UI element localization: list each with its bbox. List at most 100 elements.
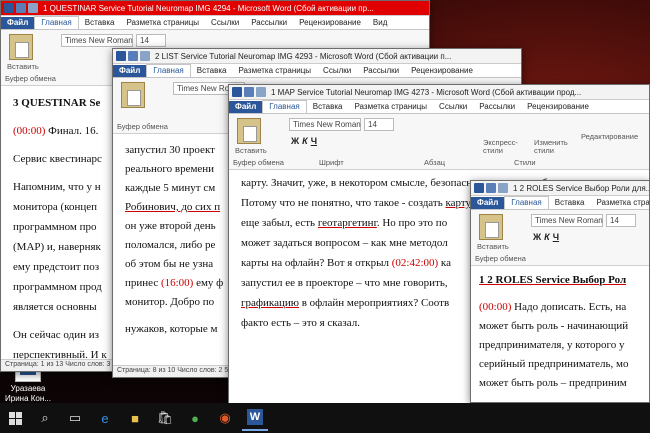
save-icon[interactable] [16,3,26,13]
tab-mailings[interactable]: Рассылки [473,101,521,113]
font-name-box[interactable]: Times New Roman [289,118,361,131]
chrome-icon[interactable]: ● [182,405,208,431]
text: карту [445,197,472,209]
tab-file[interactable]: Файл [1,17,35,29]
editing-button[interactable]: Редактирование [581,132,638,141]
save-icon[interactable] [244,87,254,97]
windows-logo-icon [8,411,22,425]
styles-group-label: Стили [514,158,536,167]
word-window-4[interactable]: 1 2 ROLES Service Выбор Роли для... Файл… [470,180,650,403]
underline-icon[interactable]: Ч [553,232,559,242]
word-taskbar-icon[interactable]: W [242,405,268,431]
clipboard-group-label: Буфер обмена [117,122,168,131]
undo-icon[interactable] [498,183,508,193]
bold-icon[interactable]: Ж [533,232,541,242]
ribbon: Вставить Times New Roman 14 ЖКЧ Буфер об… [471,210,649,266]
text: ка [438,257,451,269]
tab-layout[interactable]: Разметка страницы [348,101,433,113]
window-title: 1 QUESTINAR Service Tutorial Neuromap IM… [43,3,374,13]
paste-label[interactable]: Вставить [235,146,267,155]
tab-insert[interactable]: Вставка [191,65,233,77]
tab-layout[interactable]: Разметка страницы [120,17,205,29]
underline-icon[interactable]: Ч [311,136,317,146]
undo-icon[interactable] [140,51,150,61]
tab-file[interactable]: Файл [113,65,147,77]
app-icon[interactable]: ◉ [212,405,238,431]
edge-icon[interactable]: e [92,405,118,431]
ribbon-tabs: Файл Главная Вставка Разметка страницы [471,196,649,210]
tab-layout[interactable]: Разметка страницы [232,65,317,77]
doc-line: серийный предприниматель, мо [479,358,629,370]
doc-line: может быть роль – предприним [479,377,627,389]
font-tools: ЖКЧ [291,136,317,146]
text: Финал. 16. [45,125,99,137]
italic-icon[interactable]: К [544,232,550,242]
title-bar[interactable]: 1 MAP Service Tutorial Neuromap IMG 4273… [229,85,649,100]
word-icon [474,183,484,193]
tab-layout[interactable]: Разметка страницы [590,197,649,209]
font-size-box[interactable]: 14 [606,214,636,227]
window-title: 1 MAP Service Tutorial Neuromap IMG 4273… [271,87,582,97]
text: геотаргетинг [317,217,377,229]
doc-line: (00:00) Надо дописать. Есть, на [479,298,641,317]
change-styles-button[interactable]: Изменить стили [534,139,574,155]
start-button[interactable] [2,405,28,431]
paste-label[interactable]: Вставить [7,62,39,71]
text: еще забыл, есть [241,217,318,229]
title-bar[interactable]: 2 LIST Service Tutorial Neuromap IMG 429… [113,49,521,64]
italic-icon[interactable]: К [302,136,308,146]
paragraph-group-label: Абзац [424,158,446,167]
express-styles-button[interactable]: Экспресс-стили [483,139,531,155]
paste-label[interactable]: Вставить [477,242,509,251]
tab-references[interactable]: Ссылки [205,17,245,29]
font-size-box[interactable]: 14 [364,118,394,131]
tab-references[interactable]: Ссылки [317,65,357,77]
font-name-box[interactable]: Times New Roman [531,214,603,227]
tab-references[interactable]: Ссылки [433,101,473,113]
bold-icon[interactable]: Ж [291,136,299,146]
paste-icon[interactable] [9,34,33,60]
font-name-box[interactable]: Times New Roman [61,34,133,47]
desktop-icon-label-1: Уразаева [10,384,46,393]
save-icon[interactable] [128,51,138,61]
tab-home[interactable]: Главная [34,16,79,29]
paste-icon[interactable] [479,214,503,240]
clipboard-group-label: Буфер обмена [5,74,56,83]
undo-icon[interactable] [28,3,38,13]
font-group-label: Шрифт [319,158,344,167]
font-tools: ЖКЧ [533,232,559,242]
tab-review[interactable]: Рецензирование [293,17,367,29]
task-view-icon[interactable]: ▭ [62,405,88,431]
tab-review[interactable]: Рецензирование [405,65,479,77]
document-page[interactable]: 1 2 ROLES Service Выбор Рол (00:00) Надо… [471,267,649,402]
paste-icon[interactable] [237,118,261,144]
save-icon[interactable] [486,183,496,193]
word-icon [232,87,242,97]
tab-mailings[interactable]: Рассылки [357,65,405,77]
title-bar[interactable]: 1 2 ROLES Service Выбор Роли для... [471,181,649,196]
word-icon [4,3,14,13]
tab-review[interactable]: Рецензирование [521,101,595,113]
tab-file[interactable]: Файл [229,101,263,113]
tab-view[interactable]: Вид [367,17,393,29]
tab-insert[interactable]: Вставка [307,101,349,113]
tab-file[interactable]: Файл [471,197,505,209]
tab-mailings[interactable]: Рассылки [245,17,293,29]
store-icon[interactable]: 🛍 [152,405,178,431]
font-size-box[interactable]: 14 [136,34,166,47]
tab-home[interactable]: Главная [262,100,307,113]
clipboard-group-label: Буфер обмена [233,158,284,167]
tab-insert[interactable]: Вставка [79,17,121,29]
timestamp: (02:42:00) [391,257,439,269]
tab-home[interactable]: Главная [504,196,549,209]
tab-home[interactable]: Главная [146,64,191,77]
file-explorer-icon[interactable]: ■ [122,405,148,431]
title-bar[interactable]: 1 QUESTINAR Service Tutorial Neuromap IM… [1,1,429,16]
clipboard-group-label: Буфер обмена [475,254,526,263]
text: Надо дописать. Есть, на [511,301,627,313]
text: . Но про это по [376,217,448,229]
paste-icon[interactable] [121,82,145,108]
undo-icon[interactable] [256,87,266,97]
search-icon[interactable]: ⌕ [32,405,58,431]
tab-insert[interactable]: Вставка [549,197,591,209]
